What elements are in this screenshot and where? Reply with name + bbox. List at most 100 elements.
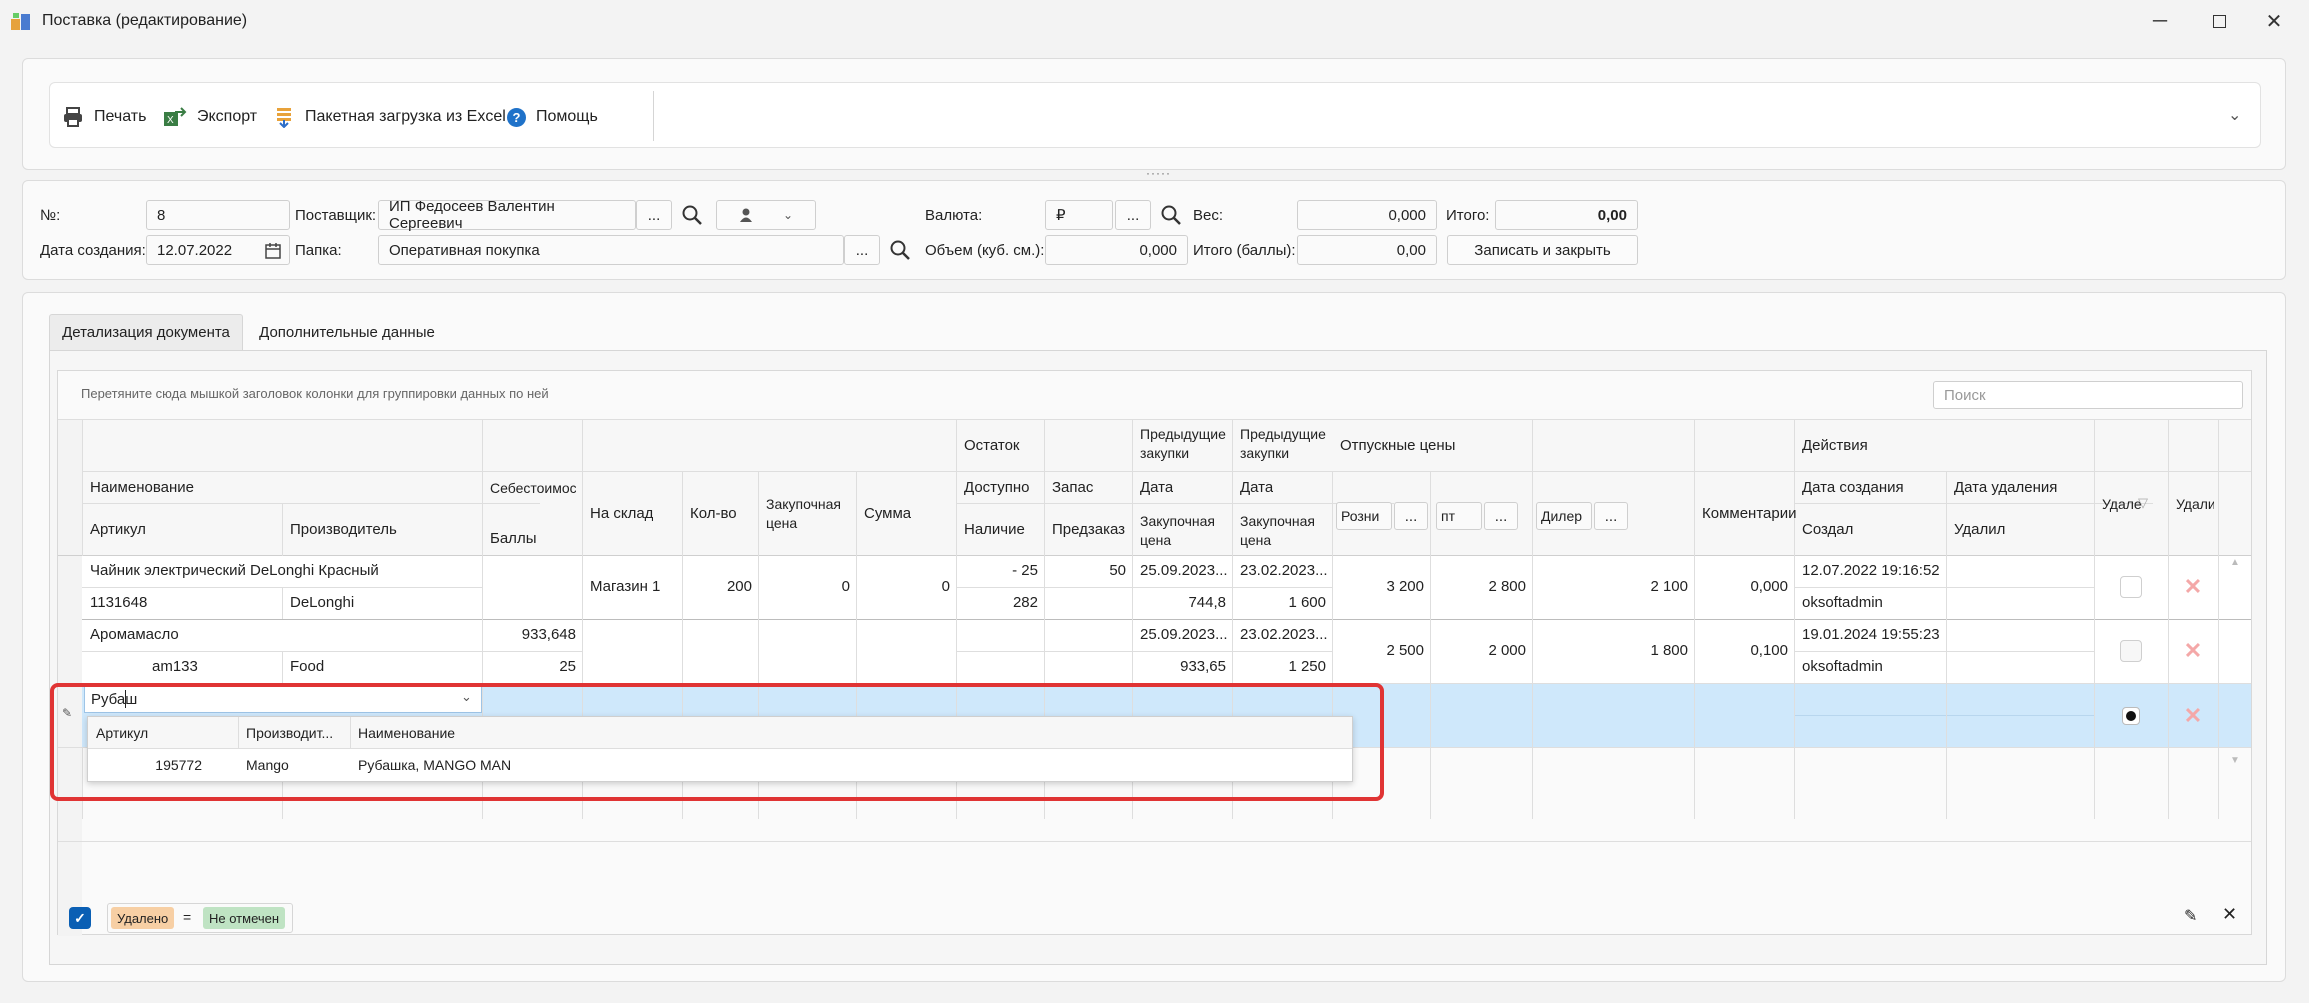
delete-row-icon[interactable]: ✕ [2181,638,2205,663]
maximize-button[interactable] [2192,6,2246,36]
col-cash[interactable]: Наличие [964,521,1025,538]
retail-ellipsis-button[interactable]: ... [1394,502,1428,530]
cell-cost: 933,648 [521,626,576,643]
cell-name: Аромамасло [90,626,179,643]
col-producer[interactable]: Производитель [290,521,397,538]
col-actions[interactable]: Действия [1802,437,1868,454]
col-prev-purchase-2[interactable]: Предыдущие закупки [1240,425,1326,463]
filter-field-chip[interactable]: Удалено [111,907,175,929]
date-field[interactable]: 12.07.2022 [146,235,290,265]
total-points-field: 0,00 [1297,235,1437,265]
svg-text:X: X [167,115,174,126]
col-sale-prices[interactable]: Отпускные цены [1340,437,1455,454]
group-hint: Перетяните сюда мышкой заголовок колонки… [81,386,549,401]
col-sum[interactable]: Сумма [864,505,911,522]
minimize-button[interactable]: ─ [2133,6,2187,36]
scroll-down-icon[interactable]: ▼ [2230,755,2240,766]
cell-created: 19.01.2024 19:55:23 [1802,626,1940,643]
col-qty[interactable]: Кол-во [690,505,737,522]
col-delete[interactable]: Удалить [2176,495,2214,514]
folder-field[interactable]: Оперативная покупка [378,235,844,265]
col-points[interactable]: Баллы [490,530,536,547]
retail-price-type[interactable]: Розни [1336,502,1392,530]
delete-row-icon[interactable]: ✕ [2181,574,2205,599]
edit-filter-icon[interactable]: ✎ [2184,906,2197,926]
number-field[interactable]: 8 [146,200,290,230]
chevron-down-icon[interactable]: ⌄ [2228,105,2241,125]
cell-opt: 2 800 [1488,578,1526,595]
cell-weight: 0,000 [1750,578,1788,595]
close-window-button[interactable]: ✕ [2247,6,2301,36]
opt-price-type[interactable]: пт [1436,502,1482,530]
col-available[interactable]: Доступно [964,479,1029,496]
cell-warehouse: Магазин 1 [590,578,661,595]
tab-additional-data[interactable]: Дополнительные данные [247,314,447,350]
col-purchase-price-2[interactable]: Закупочная цена [1240,512,1326,550]
folder-search-button[interactable] [882,235,918,265]
printer-icon [64,107,82,127]
currency-label: Валюта: [925,207,983,224]
col-name[interactable]: Наименование [90,479,194,496]
col-deleted-date[interactable]: Дата удаления [1954,479,2057,496]
cell-prev-price-1: 744,8 [1188,594,1226,611]
currency-ellipsis-button[interactable]: ... [1115,200,1151,230]
col-deleted[interactable]: Удалено [2102,495,2142,514]
col-cost[interactable]: Себестоимость [490,479,576,497]
help-icon: ? [507,107,526,127]
search-icon [890,240,910,260]
deleted-checkbox[interactable] [2122,707,2140,725]
delete-row-icon[interactable]: ✕ [2181,703,2205,728]
currency-search-button[interactable] [1153,200,1189,230]
form-panel [22,180,2286,280]
supplier-field[interactable]: ИП Федосеев Валентин Сергеевич [378,198,636,232]
col-prev-purchase-1[interactable]: Предыдущие закупки [1140,425,1226,463]
col-purchase-price[interactable]: Закупочная цена [766,495,852,533]
export-label: Экспорт [197,108,258,125]
filter-enabled-checkbox[interactable]: ✓ [69,907,91,929]
folder-ellipsis-button[interactable]: ... [844,235,880,265]
filter-value-chip[interactable]: Не отмечен [203,907,286,929]
cell-price: 0 [841,578,850,595]
col-remain[interactable]: Остаток [964,437,1020,454]
data-grid: Перетяните сюда мышкой заголовок колонки… [57,370,2252,936]
print-button[interactable]: Печать [62,105,146,129]
col-deleted-by[interactable]: Удалил [1954,521,2005,538]
dealer-price-type[interactable]: Дилер [1536,502,1592,530]
col-created-date[interactable]: Дата создания [1802,479,1904,496]
supplier-ellipsis-button[interactable]: ... [636,200,672,230]
col-purchase-price-1[interactable]: Закупочная цена [1140,512,1226,550]
col-comments[interactable]: Комментарии [1702,505,1796,522]
weight-label: Вес: [1193,207,1224,224]
col-date-1[interactable]: Дата [1140,479,1173,496]
col-preorder[interactable]: Предзаказ [1052,521,1125,538]
tab-document-details[interactable]: Детализация документа [49,314,243,350]
save-close-button[interactable]: Записать и закрыть [1447,235,1638,265]
deleted-checkbox[interactable] [2120,640,2142,662]
excel-upload-button[interactable]: Пакетная загрузка из Excel [275,105,506,129]
deleted-checkbox[interactable] [2120,576,2142,598]
col-article[interactable]: Артикул [90,521,146,538]
currency-field[interactable]: ₽ [1045,200,1113,230]
row-indicator-column [58,419,82,936]
col-stock[interactable]: Запас [1052,479,1093,496]
cell-qty: 200 [726,578,752,595]
help-button[interactable]: ? Помощь [507,105,598,129]
dealer-ellipsis-button[interactable]: ... [1594,502,1628,530]
cell-created-by: oksoftadmin [1802,594,1883,611]
clear-filter-icon[interactable]: ✕ [2222,904,2237,925]
contact-dropdown[interactable]: ⌄ [716,200,816,230]
calendar-icon[interactable] [265,243,281,259]
col-warehouse[interactable]: На склад [590,505,653,522]
col-date-2[interactable]: Дата [1240,479,1273,496]
supplier-search-button[interactable] [674,200,710,230]
scroll-up-icon[interactable]: ▲ [2230,557,2240,568]
col-created-by[interactable]: Создал [1802,521,1853,538]
filter-icon[interactable]: ▽ [2138,495,2148,511]
export-button[interactable]: X Экспорт [163,105,257,129]
filter-operator[interactable]: = [183,909,191,925]
opt-ellipsis-button[interactable]: ... [1484,502,1518,530]
grid-search-input[interactable]: Поиск [1933,381,2243,409]
print-label: Печать [94,108,147,125]
date-value: 12.07.2022 [157,241,233,259]
splitter-handle[interactable]: ····· [1146,166,1171,180]
